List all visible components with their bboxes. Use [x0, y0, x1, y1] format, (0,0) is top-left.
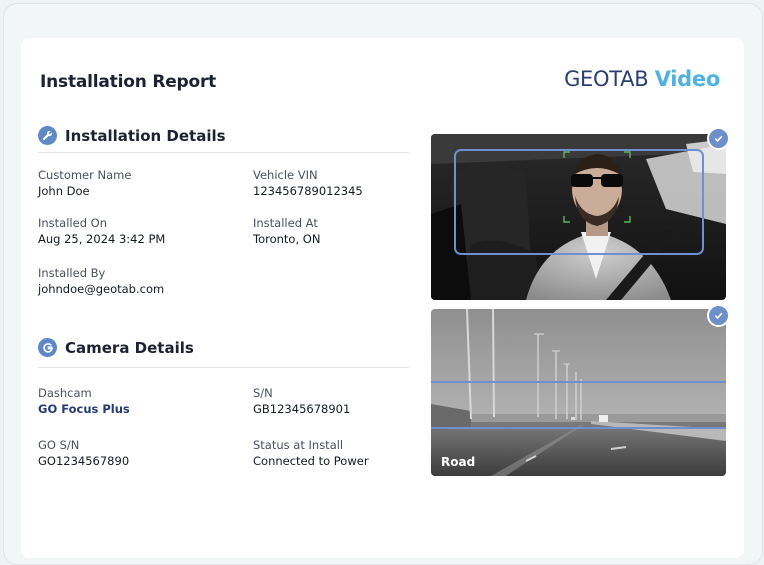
vehicle-vin-label: Vehicle VIN [253, 168, 318, 182]
vehicle-vin-field: Vehicle VIN 123456789012345 [253, 167, 363, 199]
go-sn-label: GO S/N [38, 438, 80, 452]
camera-details-header: Camera Details [38, 338, 194, 357]
sn-value: GB12345678901 [253, 402, 351, 416]
sn-label: S/N [253, 386, 273, 400]
installed-by-value: johndoe@geotab.com [38, 282, 165, 296]
dashcam-value: GO Focus Plus [38, 402, 130, 416]
camera-details-title: Camera Details [65, 338, 194, 357]
go-sn-field: GO S/N GO1234567890 [38, 437, 129, 469]
dashcam-field: Dashcam GO Focus Plus [38, 385, 130, 417]
installed-by-label: Installed By [38, 266, 106, 280]
installed-at-value: Toronto, ON [253, 232, 321, 246]
camera-divider [38, 367, 409, 368]
status-value: Connected to Power [253, 454, 369, 468]
installed-on-value: Aug 25, 2024 3:42 PM [38, 232, 166, 246]
status-field: Status at Install Connected to Power [253, 437, 369, 469]
road-camera-check-icon [707, 304, 730, 327]
sn-field: S/N GB12345678901 [253, 385, 350, 417]
driver-camera-check-icon [707, 127, 730, 150]
geotab-video-logo: GEOTAB Video [564, 67, 720, 91]
installation-divider [38, 152, 409, 153]
installed-on-label: Installed On [38, 216, 107, 230]
road-camera-label: Road [441, 455, 476, 469]
geotab-g-icon [38, 338, 57, 357]
wrench-icon [38, 126, 57, 145]
customer-name-label: Customer Name [38, 168, 132, 182]
brand-main: GEOTAB [564, 67, 649, 91]
installed-by-field: Installed By johndoe@geotab.com [38, 265, 164, 297]
vehicle-vin-value: 123456789012345 [253, 184, 363, 198]
installation-details-header: Installation Details [38, 126, 226, 145]
go-sn-value: GO1234567890 [38, 454, 130, 468]
customer-name-value: John Doe [38, 184, 90, 198]
installed-at-label: Installed At [253, 216, 318, 230]
installed-at-field: Installed At Toronto, ON [253, 215, 320, 247]
brand-sub: Video [654, 67, 721, 91]
dashcam-label: Dashcam [38, 386, 92, 400]
installation-details-title: Installation Details [65, 126, 226, 145]
driver-camera-image[interactable] [431, 134, 726, 300]
status-label: Status at Install [253, 438, 344, 452]
road-camera-image[interactable] [431, 309, 726, 476]
report-title: Installation Report [40, 72, 217, 92]
customer-name-field: Customer Name John Doe [38, 167, 131, 199]
installed-on-field: Installed On Aug 25, 2024 3:42 PM [38, 215, 165, 247]
